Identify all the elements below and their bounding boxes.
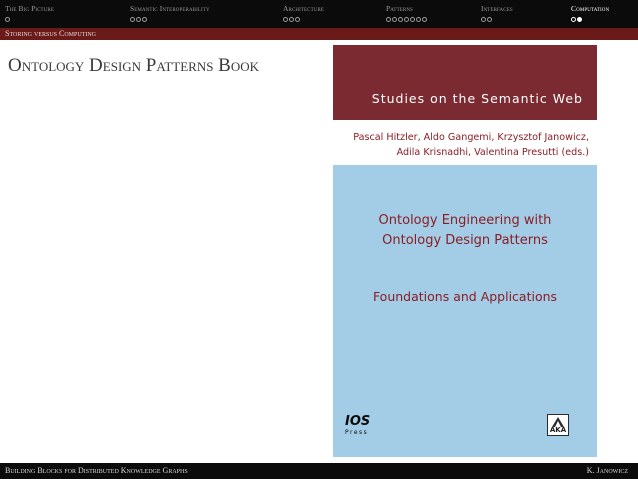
nav-section-patterns[interactable]: Patterns (386, 4, 428, 25)
subsection-bar: Storing versus Computing (0, 28, 638, 40)
section-navigation: The Big Picture Semantic Interoperabilit… (0, 0, 638, 28)
nav-dots (481, 17, 513, 25)
nav-slide-dot[interactable] (130, 17, 135, 22)
nav-slide-dot[interactable] (142, 17, 147, 22)
aka-logo-text: AKA (549, 426, 567, 434)
cover-book-subtitle: Foundations and Applications (372, 289, 558, 304)
nav-slide-dot[interactable] (295, 17, 300, 22)
nav-slide-dot[interactable] (404, 17, 409, 22)
nav-dots (5, 17, 54, 25)
nav-section-interfaces[interactable]: Interfaces (481, 4, 513, 25)
nav-slide-dot[interactable] (398, 17, 403, 22)
cover-title-line: Ontology Engineering with (378, 213, 552, 228)
subsection-title: Storing versus Computing (5, 29, 97, 38)
cover-series-band: Studies on the Semantic Web (333, 45, 597, 120)
nav-section-computation[interactable]: Computation (571, 4, 609, 25)
footer-bar: Building Blocks for Distributed Knowledg… (0, 463, 638, 479)
cover-series-title: Studies on the Semantic Web (371, 91, 583, 106)
cover-title-line: Ontology Design Patterns (382, 233, 548, 248)
nav-dots (386, 17, 428, 25)
nav-slide-dot[interactable] (136, 17, 141, 22)
nav-slide-dot[interactable] (289, 17, 294, 22)
nav-slide-dot[interactable] (422, 17, 427, 22)
nav-section-architecture[interactable]: Architecture (283, 4, 324, 25)
nav-section-label: Computation (571, 4, 610, 13)
nav-section-semantic-interoperability[interactable]: Semantic Interoperability (130, 4, 210, 25)
cover-authors: Pascal Hitzler, Aldo Gangemi, Krzysztof … (353, 130, 589, 160)
nav-section-big-picture[interactable]: The Big Picture (5, 4, 54, 25)
ios-logo-text: IOS (345, 414, 371, 429)
nav-section-label: Architecture (283, 4, 325, 13)
nav-section-label: The Big Picture (5, 4, 54, 13)
nav-slide-dot[interactable] (283, 17, 288, 22)
nav-section-label: Semantic Interoperability (130, 4, 210, 13)
ios-press-logo: IOS Press (345, 415, 370, 437)
nav-dots (283, 17, 324, 25)
cover-authors-band: Pascal Hitzler, Aldo Gangemi, Krzysztof … (333, 120, 597, 165)
nav-slide-dot[interactable] (386, 17, 391, 22)
cover-authors-line: Adila Krisnadhi, Valentina Presutti (eds… (396, 147, 589, 158)
footer-title: Building Blocks for Distributed Knowledg… (5, 466, 188, 475)
book-cover: Studies on the Semantic Web Pascal Hitzl… (333, 45, 597, 457)
nav-slide-dot[interactable] (410, 17, 415, 22)
nav-slide-dot[interactable] (416, 17, 421, 22)
nav-slide-dot[interactable] (571, 17, 576, 22)
ios-logo-press: Press (345, 429, 369, 436)
nav-slide-dot[interactable] (487, 17, 492, 22)
nav-slide-dot[interactable] (577, 17, 582, 22)
cover-authors-line: Pascal Hitzler, Aldo Gangemi, Krzysztof … (353, 132, 589, 143)
nav-slide-dot[interactable] (5, 17, 10, 22)
nav-dots (571, 17, 609, 25)
nav-slide-dot[interactable] (481, 17, 486, 22)
frame-title: Ontology Design Patterns Book (8, 55, 260, 76)
nav-section-label: Patterns (386, 4, 413, 13)
nav-section-label: Interfaces (481, 4, 513, 13)
footer-author: K. Janowicz (586, 466, 628, 475)
cover-book-title: Ontology Engineering with Ontology Desig… (333, 211, 597, 251)
aka-logo: AKA (547, 414, 569, 436)
nav-dots (130, 17, 210, 25)
nav-slide-dot[interactable] (392, 17, 397, 22)
